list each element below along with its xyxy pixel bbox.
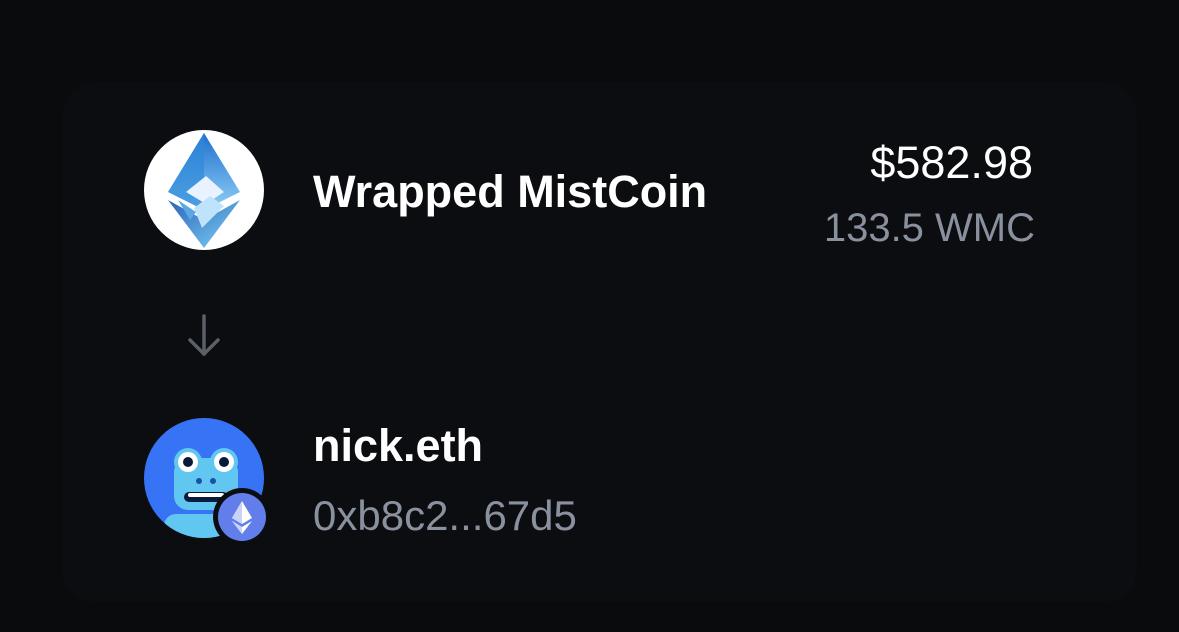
wrapped-mistcoin-logo-icon [144, 130, 264, 250]
recipient-name: nick.eth [313, 420, 484, 471]
chain-badge [213, 488, 271, 546]
recipient-address: 0xb8c2...67d5 [313, 492, 577, 539]
token-name: Wrapped MistCoin [313, 166, 708, 217]
arrow-down-icon [186, 314, 222, 358]
ethereum-icon [218, 493, 266, 541]
token-amount: 133.5 WMC [823, 206, 1035, 250]
fiat-amount: $582.98 [870, 137, 1033, 188]
